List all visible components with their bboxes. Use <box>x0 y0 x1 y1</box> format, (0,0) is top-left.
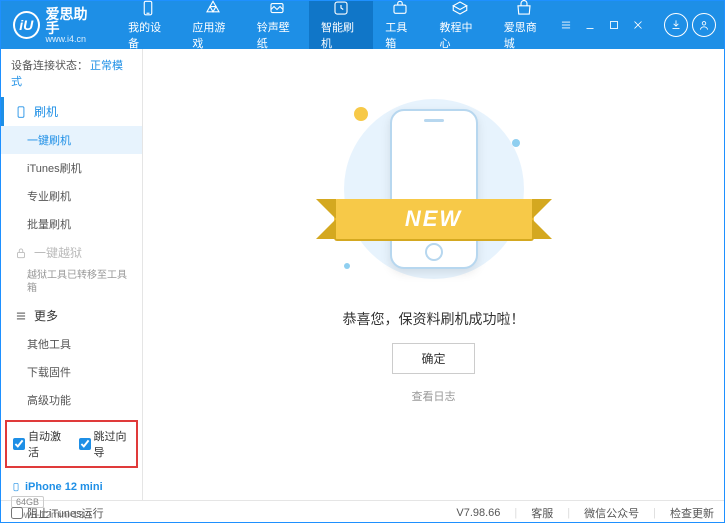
sidebar-item-other-tools[interactable]: 其他工具 <box>1 330 142 358</box>
sidebar-item-itunes-flash[interactable]: iTunes刷机 <box>1 154 142 182</box>
main-nav: 我的设备 应用游戏 铃声壁纸 智能刷机 工具箱 教程中心 爱思商城 <box>116 1 556 49</box>
menu-icon[interactable] <box>556 15 576 35</box>
connection-status: 设备连接状态：正常模式 <box>1 49 142 97</box>
sidebar-section-flash[interactable]: 刷机 <box>1 97 142 126</box>
user-button[interactable] <box>692 13 716 37</box>
auto-activate-input[interactable] <box>13 438 25 450</box>
view-log-link[interactable]: 查看日志 <box>412 388 456 404</box>
phone-icon <box>139 0 157 17</box>
nav-label: 工具箱 <box>385 19 415 51</box>
nav-label: 智能刷机 <box>321 19 361 51</box>
sidebar-item-advanced[interactable]: 高级功能 <box>1 386 142 414</box>
nav-store[interactable]: 爱思商城 <box>492 1 556 49</box>
nav-label: 我的设备 <box>128 19 168 51</box>
block-itunes-checkbox[interactable]: 阻止iTunes运行 <box>11 505 104 521</box>
wallpaper-icon <box>268 0 286 17</box>
skip-guide-checkbox[interactable]: 跳过向导 <box>79 428 131 460</box>
app-url: www.i4.cn <box>46 35 99 44</box>
menu-icon <box>14 309 28 323</box>
nav-ringtones[interactable]: 铃声壁纸 <box>245 1 309 49</box>
section-label: 更多 <box>34 307 58 324</box>
nav-smart-flash[interactable]: 智能刷机 <box>309 1 373 49</box>
nav-toolbox[interactable]: 工具箱 <box>373 1 427 49</box>
lock-icon <box>14 246 28 260</box>
main-content: NEW 恭喜您，保资料刷机成功啦！ 确定 查看日志 <box>143 49 724 500</box>
version-label: V7.98.66 <box>456 507 500 519</box>
check-update-link[interactable]: 检查更新 <box>670 505 714 521</box>
section-label: 刷机 <box>34 103 58 120</box>
section-label: 一键越狱 <box>34 244 82 261</box>
success-illustration: NEW <box>324 89 544 289</box>
window-controls <box>556 13 716 37</box>
jailbreak-note: 越狱工具已转移至工具箱 <box>1 267 142 301</box>
phone-illustration <box>390 109 478 269</box>
maximize-button[interactable] <box>604 15 624 35</box>
checkbox-highlight-box: 自动激活 跳过向导 <box>5 420 138 468</box>
checkbox-label: 自动激活 <box>28 428 65 460</box>
success-message: 恭喜您，保资料刷机成功啦！ <box>343 309 525 329</box>
store-icon <box>515 0 533 17</box>
toolbox-icon <box>391 0 409 17</box>
device-name-row[interactable]: iPhone 12 mini <box>11 480 132 494</box>
close-button[interactable] <box>628 15 648 35</box>
sidebar-item-pro-flash[interactable]: 专业刷机 <box>1 182 142 210</box>
nav-label: 教程中心 <box>439 19 479 51</box>
wechat-link[interactable]: 微信公众号 <box>584 505 639 521</box>
titlebar: iU 爱思助手 www.i4.cn 我的设备 应用游戏 铃声壁纸 智能刷机 工具… <box>1 1 724 49</box>
flash-icon <box>332 0 350 17</box>
nav-my-device[interactable]: 我的设备 <box>116 1 180 49</box>
nav-label: 爱思商城 <box>504 19 544 51</box>
tutorial-icon <box>451 0 469 17</box>
skip-guide-input[interactable] <box>79 438 91 450</box>
sidebar: 设备连接状态：正常模式 刷机 一键刷机 iTunes刷机 专业刷机 批量刷机 一… <box>1 49 143 500</box>
sidebar-item-download-firmware[interactable]: 下载固件 <box>1 358 142 386</box>
customer-service-link[interactable]: 客服 <box>531 505 553 521</box>
phone-icon <box>14 105 28 119</box>
block-itunes-input[interactable] <box>11 507 23 519</box>
logo-icon: iU <box>13 11 40 39</box>
new-ribbon: NEW <box>334 199 534 239</box>
nav-label: 铃声壁纸 <box>257 19 297 51</box>
auto-activate-checkbox[interactable]: 自动激活 <box>13 428 65 460</box>
sidebar-item-oneclick-flash[interactable]: 一键刷机 <box>1 126 142 154</box>
nav-label: 应用游戏 <box>192 19 232 51</box>
nav-apps-games[interactable]: 应用游戏 <box>180 1 244 49</box>
device-name: iPhone 12 mini <box>25 481 103 493</box>
sidebar-section-more[interactable]: 更多 <box>1 301 142 330</box>
phone-icon <box>11 480 21 494</box>
download-button[interactable] <box>664 13 688 37</box>
nav-tutorials[interactable]: 教程中心 <box>427 1 491 49</box>
app-name: 爱思助手 <box>46 7 99 35</box>
minimize-button[interactable] <box>580 15 600 35</box>
apps-icon <box>204 0 222 17</box>
sidebar-item-batch-flash[interactable]: 批量刷机 <box>1 210 142 238</box>
sidebar-section-jailbreak[interactable]: 一键越狱 <box>1 238 142 267</box>
connection-label: 设备连接状态： <box>11 60 88 72</box>
app-logo: iU 爱思助手 www.i4.cn <box>9 7 98 44</box>
checkbox-label: 阻止iTunes运行 <box>27 505 104 521</box>
ok-button[interactable]: 确定 <box>392 343 474 374</box>
checkbox-label: 跳过向导 <box>94 428 131 460</box>
